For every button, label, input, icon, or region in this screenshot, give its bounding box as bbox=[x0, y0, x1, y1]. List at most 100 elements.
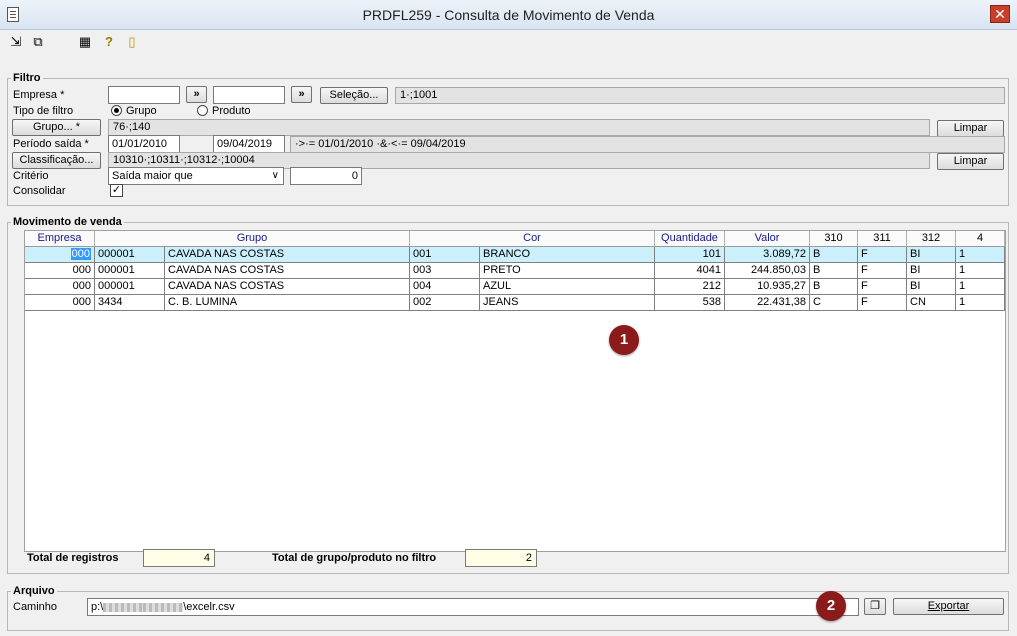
cell-grupo-desc[interactable]: CAVADA NAS COSTAS bbox=[165, 247, 410, 263]
cell-cor-desc[interactable]: JEANS bbox=[480, 295, 655, 311]
col-header-empresa[interactable]: Empresa bbox=[25, 231, 95, 247]
cell-quantidade[interactable]: 212 bbox=[655, 279, 725, 295]
periodo-de-input[interactable]: 01/01/2010 bbox=[108, 135, 180, 153]
cell-empresa[interactable]: 000 bbox=[25, 295, 95, 311]
col-header-quantidade[interactable]: Quantidade bbox=[655, 231, 725, 247]
cell-312[interactable]: BI bbox=[907, 279, 956, 295]
selecao-button[interactable]: Seleção... bbox=[320, 87, 388, 104]
classificacao-button[interactable]: Classificação... bbox=[12, 152, 101, 169]
cell-grupo-code[interactable]: 000001 bbox=[95, 263, 165, 279]
cell-grupo-desc[interactable]: CAVADA NAS COSTAS bbox=[165, 279, 410, 295]
cell-4[interactable]: 1 bbox=[956, 295, 1005, 311]
grupo-value: 76·;140 bbox=[108, 119, 930, 136]
caminho-input[interactable]: p:\ \excelr.csv bbox=[87, 598, 859, 616]
periodo-ate-input[interactable]: 09/04/2019 bbox=[213, 135, 285, 153]
periodo-label: Período saída * bbox=[13, 138, 89, 150]
grupo-button[interactable]: Grupo... * bbox=[12, 119, 101, 136]
focused-cell-text: 000 bbox=[70, 248, 91, 260]
col-header-4[interactable]: 4 bbox=[956, 231, 1005, 247]
cell-4[interactable]: 1 bbox=[956, 279, 1005, 295]
arquivo-title: Arquivo bbox=[11, 585, 57, 597]
annotation-badge-2: 2 bbox=[816, 591, 846, 621]
col-header-310[interactable]: 310 bbox=[810, 231, 858, 247]
criterio-label: Critério bbox=[13, 170, 49, 182]
radio-produto-label: Produto bbox=[212, 105, 251, 117]
cell-311[interactable]: F bbox=[858, 279, 907, 295]
cell-quantidade[interactable]: 101 bbox=[655, 247, 725, 263]
cell-cor-desc[interactable]: AZUL bbox=[480, 279, 655, 295]
annotation-badge-1: 1 bbox=[609, 325, 639, 355]
radio-produto[interactable] bbox=[197, 105, 208, 116]
empresa-to-input[interactable] bbox=[213, 86, 285, 104]
criterio-select[interactable]: Saída maior que ∨ bbox=[108, 167, 284, 185]
cell-grupo-desc[interactable]: C. B. LUMINA bbox=[165, 295, 410, 311]
title-bar: PRDFL259 - Consulta de Movimento de Vend… bbox=[0, 0, 1017, 30]
col-header-311[interactable]: 311 bbox=[858, 231, 907, 247]
movimento-grid[interactable]: Empresa Grupo Cor Quantidade Valor 310 3… bbox=[24, 230, 1006, 552]
window-title: PRDFL259 - Consulta de Movimento de Vend… bbox=[362, 7, 655, 23]
empresa-from-lookup-button[interactable]: » bbox=[186, 86, 207, 103]
cell-311[interactable]: F bbox=[858, 295, 907, 311]
total-registros-value: 4 bbox=[143, 549, 215, 567]
periodo-expression: ·>·= 01/01/2010 ·&·<·= 09/04/2019 bbox=[290, 136, 1005, 153]
grupo-limpar-button[interactable]: Limpar bbox=[937, 120, 1004, 137]
total-registros-label: Total de registros bbox=[27, 552, 119, 564]
help-icon[interactable]: ? bbox=[101, 34, 117, 50]
cell-310[interactable]: C bbox=[810, 295, 858, 311]
cell-4[interactable]: 1 bbox=[956, 263, 1005, 279]
cell-310[interactable]: B bbox=[810, 263, 858, 279]
cell-312[interactable]: BI bbox=[907, 263, 956, 279]
cell-cor-code[interactable]: 003 bbox=[410, 263, 480, 279]
consolidar-label: Consolidar bbox=[13, 185, 66, 197]
empresa-label: Empresa * bbox=[13, 89, 65, 101]
cell-312[interactable]: CN bbox=[907, 295, 956, 311]
cell-cor-code[interactable]: 001 bbox=[410, 247, 480, 263]
cell-312[interactable]: BI bbox=[907, 247, 956, 263]
close-button[interactable]: ✕ bbox=[990, 5, 1010, 23]
tipo-filtro-label: Tipo de filtro bbox=[13, 105, 74, 117]
cell-quantidade[interactable]: 4041 bbox=[655, 263, 725, 279]
cell-empresa[interactable]: 000 bbox=[25, 263, 95, 279]
col-header-grupo[interactable]: Grupo bbox=[95, 231, 410, 247]
cell-valor[interactable]: 3.089,72 bbox=[725, 247, 810, 263]
cell-311[interactable]: F bbox=[858, 247, 907, 263]
cell-quantidade[interactable]: 538 bbox=[655, 295, 725, 311]
col-header-cor[interactable]: Cor bbox=[410, 231, 655, 247]
arrow-return-icon[interactable]: ⇲ bbox=[8, 34, 24, 50]
classificacao-limpar-button[interactable]: Limpar bbox=[937, 153, 1004, 170]
col-header-valor[interactable]: Valor bbox=[725, 231, 810, 247]
col-header-312[interactable]: 312 bbox=[907, 231, 956, 247]
table-icon[interactable]: ▦ bbox=[77, 34, 93, 50]
criterio-number-input[interactable]: 0 bbox=[290, 167, 362, 185]
browse-folder-button[interactable]: ❐ bbox=[864, 598, 886, 615]
cell-valor[interactable]: 244.850,03 bbox=[725, 263, 810, 279]
cell-empresa[interactable]: 000 bbox=[25, 247, 95, 263]
cell-311[interactable]: F bbox=[858, 263, 907, 279]
cell-grupo-code[interactable]: 3434 bbox=[95, 295, 165, 311]
cell-grupo-desc[interactable]: CAVADA NAS COSTAS bbox=[165, 263, 410, 279]
empresa-to-lookup-button[interactable]: » bbox=[291, 86, 312, 103]
cell-4[interactable]: 1 bbox=[956, 247, 1005, 263]
cell-grupo-code[interactable]: 000001 bbox=[95, 247, 165, 263]
cell-cor-desc[interactable]: BRANCO bbox=[480, 247, 655, 263]
cell-empresa[interactable]: 000 bbox=[25, 279, 95, 295]
consolidar-checkbox[interactable]: ✓ bbox=[110, 184, 123, 197]
cell-310[interactable]: B bbox=[810, 247, 858, 263]
cell-cor-code[interactable]: 002 bbox=[410, 295, 480, 311]
exportar-button[interactable]: Exportar bbox=[893, 598, 1004, 615]
chevron-down-icon: ∨ bbox=[271, 170, 279, 181]
radio-grupo[interactable] bbox=[111, 105, 122, 116]
exit-door-icon[interactable]: ▯ bbox=[124, 34, 140, 50]
filtro-title: Filtro bbox=[11, 72, 43, 84]
cell-cor-code[interactable]: 004 bbox=[410, 279, 480, 295]
copy-icon[interactable]: ⧉ bbox=[30, 34, 46, 50]
selecao-value: 1·;1001 bbox=[395, 87, 1005, 104]
cell-valor[interactable]: 10.935,27 bbox=[725, 279, 810, 295]
cell-grupo-code[interactable]: 000001 bbox=[95, 279, 165, 295]
empresa-from-input[interactable] bbox=[108, 86, 180, 104]
cell-cor-desc[interactable]: PRETO bbox=[480, 263, 655, 279]
cell-valor[interactable]: 22.431,38 bbox=[725, 295, 810, 311]
caminho-prefix: p:\ bbox=[91, 601, 104, 613]
browse-copy-icon: ❐ bbox=[870, 600, 880, 612]
cell-310[interactable]: B bbox=[810, 279, 858, 295]
